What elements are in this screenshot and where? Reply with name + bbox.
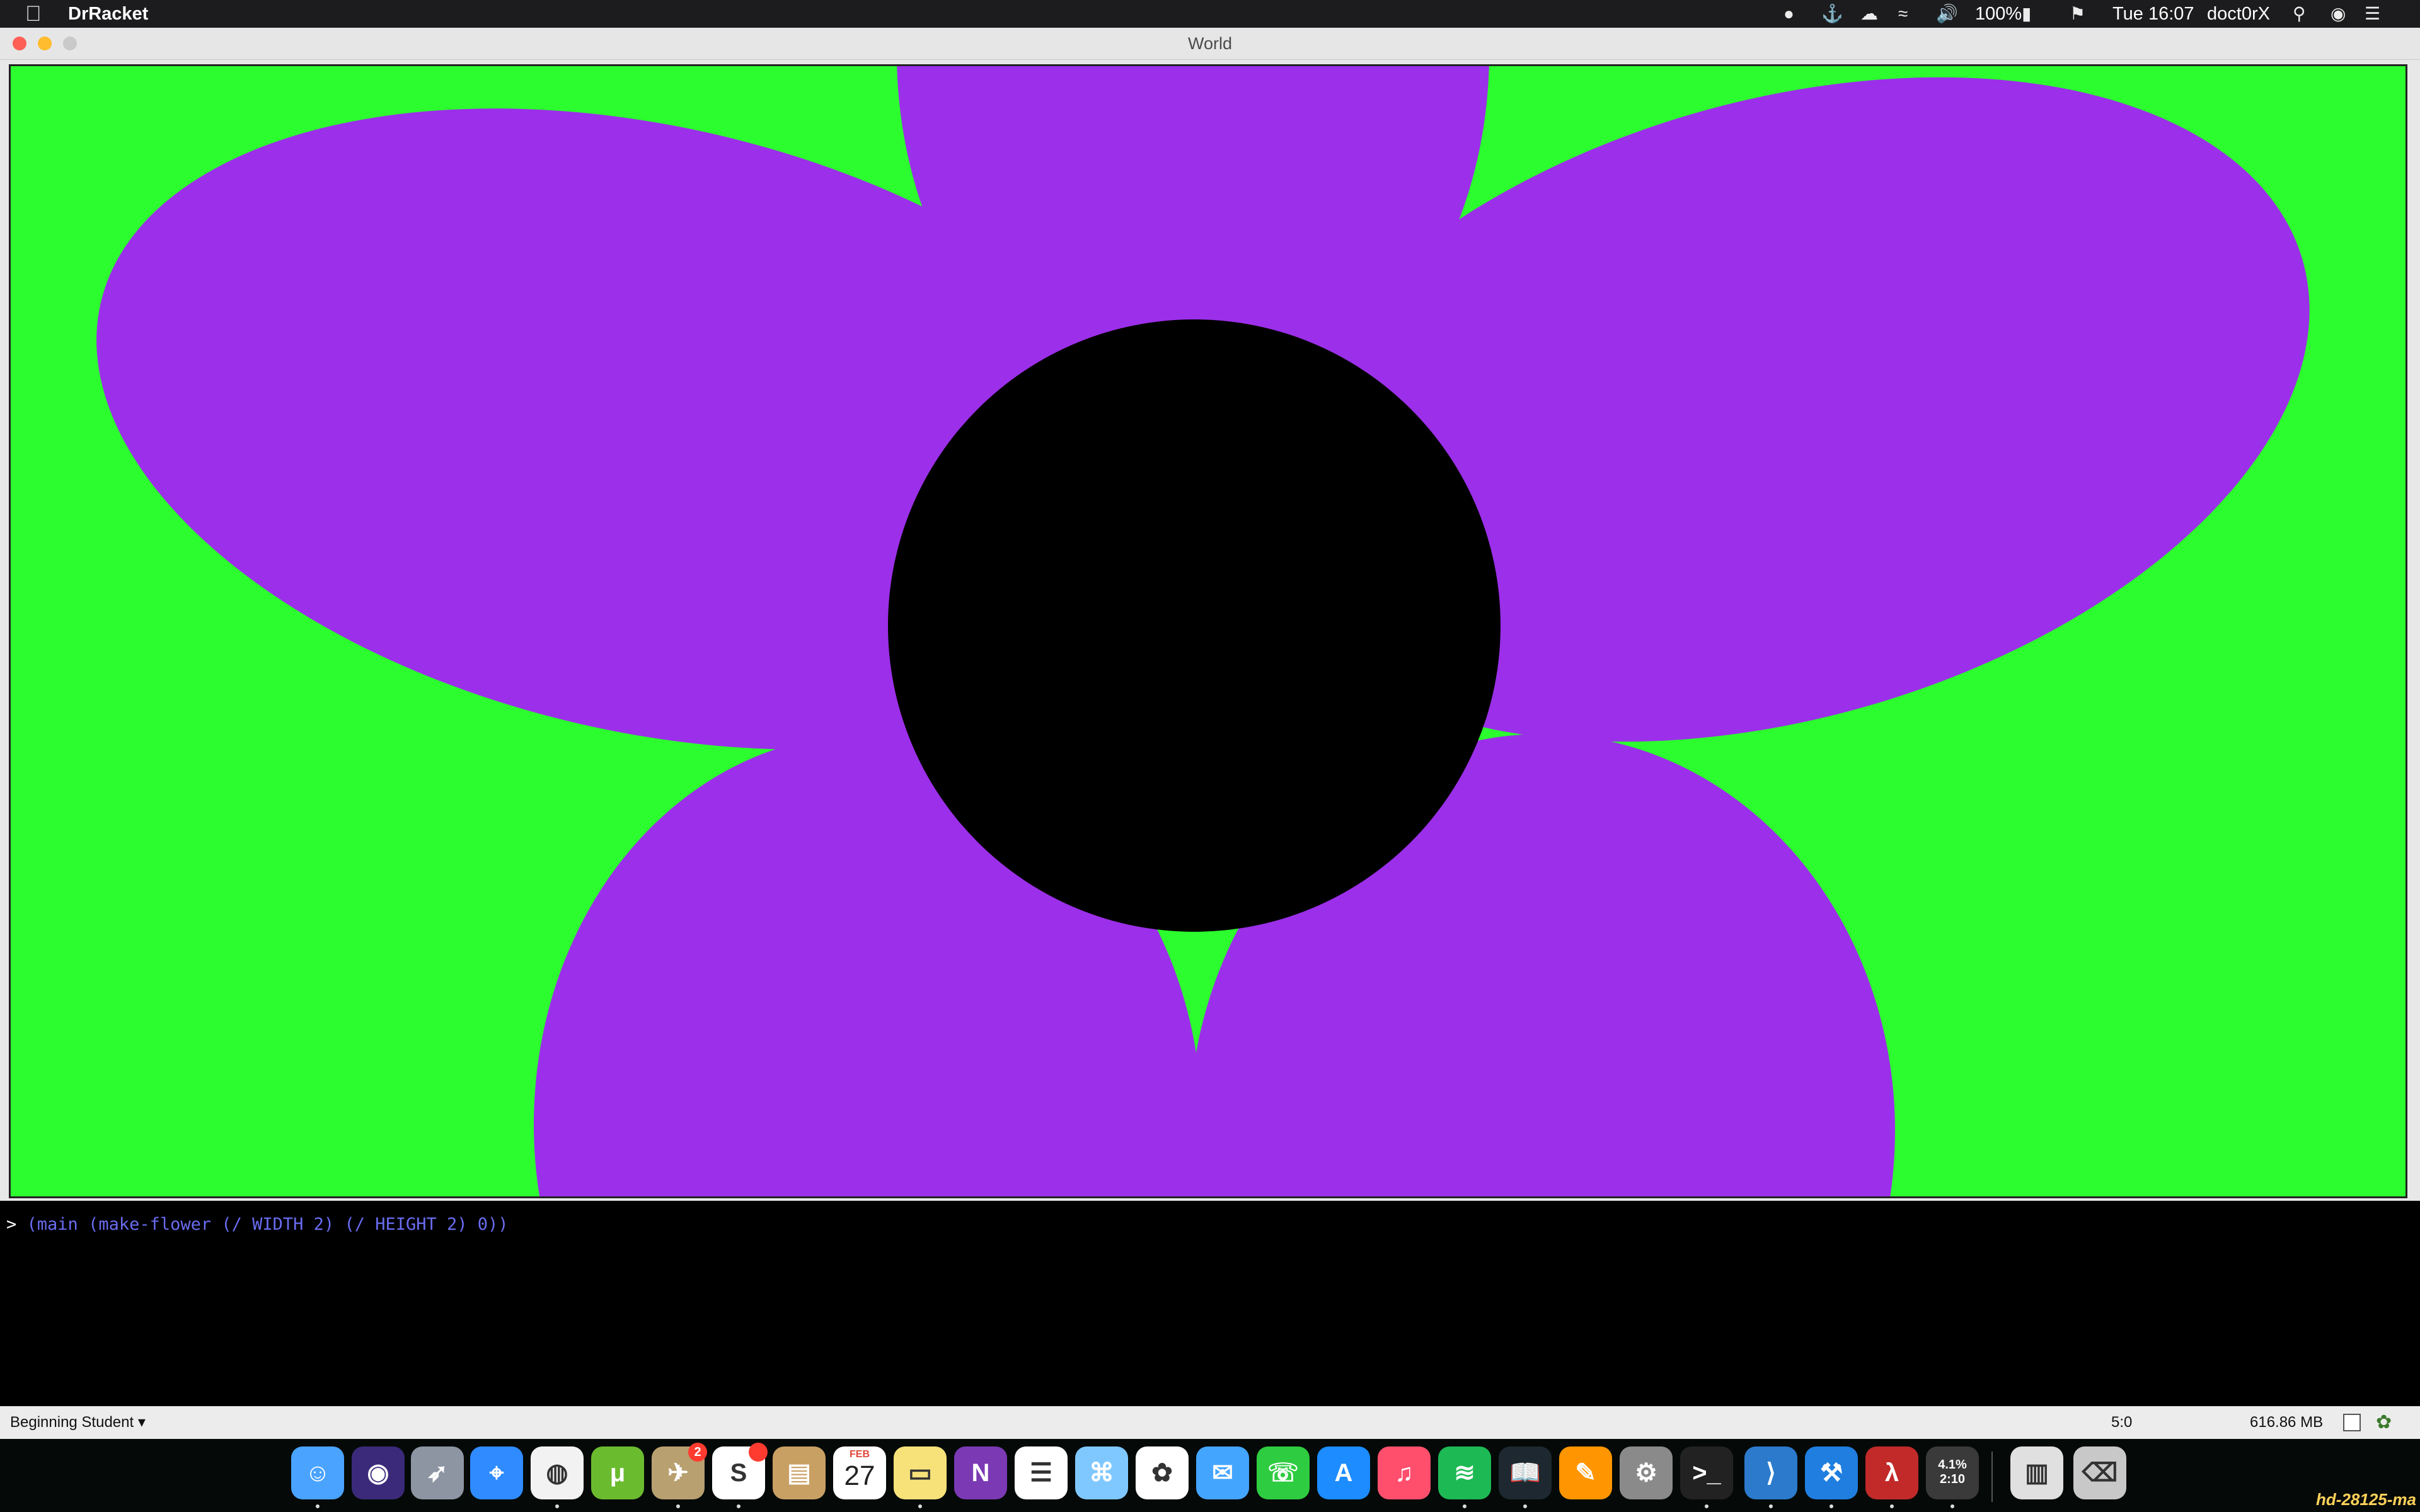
clock[interactable]: Tue 16:07: [2112, 0, 2194, 28]
memory-usage[interactable]: 616.86 MB: [2250, 1406, 2323, 1439]
safari-icon[interactable]: ⌖: [470, 1446, 523, 1499]
wifi-icon[interactable]: ≈: [1898, 0, 1908, 28]
messages-icon[interactable]: ✉: [1196, 1446, 1249, 1499]
running-indicator: [1829, 1504, 1833, 1508]
battery-percentage[interactable]: 100%: [1975, 0, 2022, 28]
mail-pilot-icon[interactable]: ✈ 2: [652, 1443, 707, 1499]
monitor-cpu: 4.1%: [1938, 1458, 1967, 1472]
drracket-icon[interactable]: λ: [1865, 1446, 1918, 1499]
utorrent-icon[interactable]: μ: [591, 1446, 644, 1499]
vscode-icon[interactable]: ⟩: [1744, 1446, 1797, 1499]
siri-icon[interactable]: ◉: [2331, 0, 2346, 28]
itunes-icon[interactable]: ♫: [1378, 1446, 1431, 1499]
running-indicator: [1463, 1504, 1466, 1508]
language-selector[interactable]: Beginning Student ▾: [10, 1406, 146, 1439]
docker-icon[interactable]: ⚓: [1821, 0, 1843, 28]
language-label: Beginning Student: [10, 1414, 134, 1431]
notes-icon[interactable]: ▭: [894, 1446, 947, 1499]
prompt-symbol: >: [6, 1215, 17, 1234]
chevron-down-icon: ▾: [137, 1414, 146, 1431]
facetime-icon[interactable]: ☏: [1257, 1446, 1310, 1499]
kindle-icon[interactable]: 📖: [1499, 1446, 1552, 1499]
flower-drawing: [11, 66, 2406, 1196]
running-indicator: [1523, 1504, 1527, 1508]
cursor-position: 5:0: [2111, 1414, 2133, 1431]
reminders-icon[interactable]: ☰: [1015, 1446, 1068, 1499]
watermark: hd-28125-ma: [2316, 1490, 2416, 1509]
system-preferences-icon[interactable]: ⚙: [1620, 1446, 1673, 1499]
terminal-icon[interactable]: >_: [1680, 1446, 1733, 1499]
console-expression: (main (make-flower (/ WIDTH 2) (/ HEIGHT…: [26, 1215, 509, 1234]
notification-center-icon[interactable]: ☰: [2365, 0, 2380, 28]
calendar-month: FEB: [850, 1449, 870, 1460]
us-flag-icon[interactable]: ⚑: [2070, 0, 2085, 28]
drracket-window: World: [0, 28, 2420, 1201]
notification-badge: 2: [688, 1443, 707, 1462]
console-line[interactable]: > (main (make-flower (/ WIDTH 2) (/ HEIG…: [6, 1215, 509, 1234]
battery-icon[interactable]: ▮: [2022, 0, 2031, 28]
gc-checkbox[interactable]: [2343, 1414, 2361, 1431]
siri-icon[interactable]: ◉: [352, 1446, 405, 1499]
running-indicator: [555, 1504, 559, 1508]
volume-icon[interactable]: 🔊: [1936, 0, 1958, 28]
spotlight-search-icon[interactable]: ⚲: [2293, 0, 2306, 28]
spotify-icon[interactable]: ≋: [1438, 1446, 1491, 1499]
interactions-console[interactable]: > (main (make-flower (/ WIDTH 2) (/ HEIG…: [0, 1207, 2401, 1404]
menu-bar:  DrRacket ● ⚓ ☁ ≈ 🔊 100% ▮ ⚑ Tue 16:07 …: [0, 0, 2420, 28]
user-name[interactable]: doct0rX: [2207, 0, 2270, 28]
title-bar[interactable]: World: [0, 28, 2420, 60]
apple-menu-icon[interactable]: : [25, 0, 42, 28]
notefile-icon[interactable]: ▤: [773, 1446, 826, 1499]
running-indicator: [1769, 1504, 1773, 1508]
trash-icon[interactable]: ⌫: [2073, 1446, 2126, 1499]
dock-divider: [1991, 1452, 1993, 1502]
app-menu[interactable]: DrRacket: [68, 0, 148, 28]
flower-center: [888, 319, 1501, 932]
dock: ☺ ◉ ➶ ⌖ ◍ μ ✈ 2 S ▤ FEB 27 ▭ N ☰ ⌘ ✿ ✉ ☏ A ♫ ≋ 📖 ✎ ⚙ >_ ⟩ ⚒ λ 4.1% 2:1…: [0, 1439, 2420, 1512]
calendar-icon[interactable]: FEB 27: [833, 1446, 886, 1499]
launchpad-icon[interactable]: ➶: [411, 1446, 464, 1499]
notification-badge: [749, 1443, 768, 1462]
calendar-day: 27: [844, 1460, 875, 1491]
status-bar: Beginning Student ▾ 5:0 616.86 MB ✿: [0, 1406, 2420, 1439]
photos-icon[interactable]: ✿: [1136, 1446, 1189, 1499]
maps-icon[interactable]: ⌘: [1075, 1446, 1128, 1499]
running-indicator: [737, 1504, 740, 1508]
window-title: World: [1187, 34, 1233, 53]
onenote-icon[interactable]: N: [954, 1446, 1007, 1499]
monitor-icon[interactable]: 4.1% 2:10: [1926, 1446, 1979, 1499]
cloud-icon[interactable]: ☁: [1860, 0, 1878, 28]
world-canvas[interactable]: [9, 64, 2407, 1198]
chrome-icon[interactable]: ◍: [531, 1446, 584, 1499]
running-indicator: [1890, 1504, 1894, 1508]
running-indicator: [1705, 1504, 1708, 1508]
xcode-icon[interactable]: ⚒: [1805, 1446, 1858, 1499]
running-indicator: [1950, 1504, 1954, 1508]
ibooks-icon[interactable]: ✎: [1559, 1446, 1612, 1499]
running-indicator: [316, 1504, 320, 1508]
running-indicator-icon: ✿: [2376, 1412, 2392, 1433]
documents-icon[interactable]: ▥: [2010, 1446, 2063, 1499]
running-indicator: [918, 1504, 922, 1508]
running-indicator: [676, 1504, 680, 1508]
slack-icon[interactable]: S: [712, 1443, 768, 1499]
app-store-icon[interactable]: A: [1317, 1446, 1370, 1499]
finder-icon[interactable]: ☺: [291, 1446, 344, 1499]
app-status-icon[interactable]: ●: [1783, 0, 1794, 28]
monitor-time: 2:10: [1939, 1472, 1966, 1486]
